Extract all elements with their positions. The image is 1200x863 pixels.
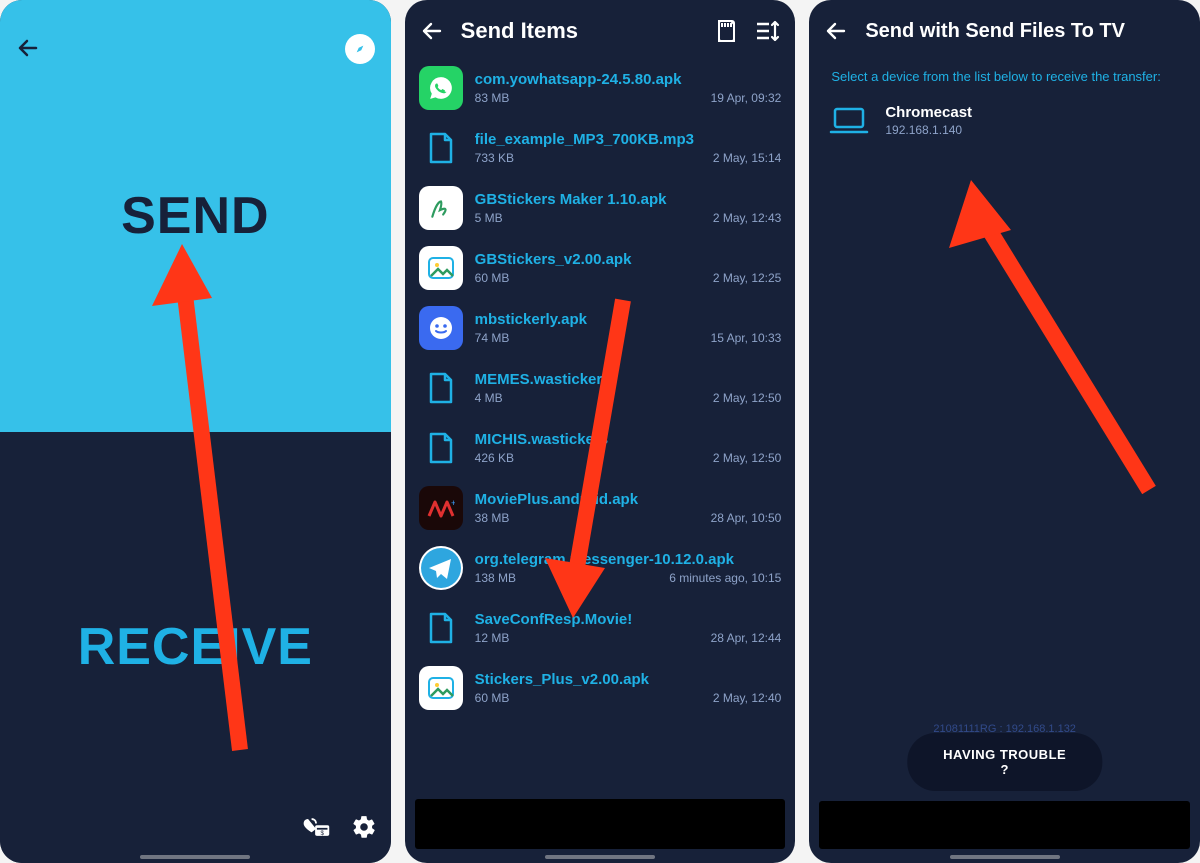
file-size: 733 KB <box>475 151 514 165</box>
svg-text:$: $ <box>320 830 324 837</box>
file-date: 2 May, 12:50 <box>713 391 781 405</box>
home-indicator <box>140 855 250 859</box>
file-icon <box>419 606 463 650</box>
file-name: Stickers_Plus_v2.00.apk <box>475 671 782 688</box>
file-date: 2 May, 12:25 <box>713 271 781 285</box>
file-date: 19 Apr, 09:32 <box>711 91 782 105</box>
receive-label: RECEIVE <box>78 617 313 677</box>
file-item[interactable]: GBStickers Maker 1.10.apk 5 MB 2 May, 12… <box>405 178 796 238</box>
page-title: Send with Send Files To TV <box>865 20 1186 43</box>
file-size: 83 MB <box>475 91 510 105</box>
donate-icon[interactable]: $ <box>301 815 331 844</box>
file-size: 4 MB <box>475 391 503 405</box>
having-trouble-button[interactable]: HAVING TROUBLE ? <box>907 733 1102 791</box>
svg-text:+: + <box>451 498 455 508</box>
file-list: com.yowhatsapp-24.5.80.apk 83 MB 19 Apr,… <box>405 58 796 791</box>
ad-banner[interactable] <box>819 801 1190 849</box>
file-icon <box>419 126 463 170</box>
home-indicator <box>950 855 1060 859</box>
file-date: 28 Apr, 10:50 <box>711 511 782 525</box>
device-item[interactable]: Chromecast 192.168.1.140 <box>809 90 1200 151</box>
laptop-icon <box>829 106 869 136</box>
file-size: 60 MB <box>475 271 510 285</box>
file-name: GBStickers Maker 1.10.apk <box>475 191 782 208</box>
file-icon <box>419 426 463 470</box>
file-item[interactable]: MEMES.wastickers 4 MB 2 May, 12:50 <box>405 358 796 418</box>
settings-gear-icon[interactable] <box>351 814 377 845</box>
file-name: MEMES.wastickers <box>475 371 782 388</box>
file-item[interactable]: + MoviePlus.android.apk 38 MB 28 Apr, 10… <box>405 478 796 538</box>
file-icon <box>419 246 463 290</box>
file-icon <box>419 366 463 410</box>
sdcard-icon[interactable] <box>713 18 739 44</box>
compass-icon[interactable] <box>345 34 375 64</box>
home-indicator <box>545 855 655 859</box>
file-item[interactable]: GBStickers_v2.00.apk 60 MB 2 May, 12:25 <box>405 238 796 298</box>
send-panel[interactable]: SEND <box>0 0 391 432</box>
file-name: MICHIS.wastickers <box>475 431 782 448</box>
file-date: 2 May, 12:43 <box>713 211 781 225</box>
file-icon: + <box>419 486 463 530</box>
file-icon <box>419 186 463 230</box>
file-item[interactable]: mbstickerly.apk 74 MB 15 Apr, 10:33 <box>405 298 796 358</box>
send-label: SEND <box>121 186 269 246</box>
back-icon[interactable] <box>823 18 849 44</box>
file-item[interactable]: org.telegram.messenger-10.12.0.apk 138 M… <box>405 538 796 598</box>
screen-home: SEND RECEIVE $ <box>0 0 391 863</box>
file-icon <box>419 666 463 710</box>
file-date: 28 Apr, 12:44 <box>711 631 782 645</box>
file-name: file_example_MP3_700KB.mp3 <box>475 131 782 148</box>
app-bar: Send with Send Files To TV <box>809 0 1200 58</box>
file-name: MoviePlus.android.apk <box>475 491 782 508</box>
file-size: 60 MB <box>475 691 510 705</box>
file-item[interactable]: Stickers_Plus_v2.00.apk 60 MB 2 May, 12:… <box>405 658 796 718</box>
file-name: GBStickers_v2.00.apk <box>475 251 782 268</box>
file-name: SaveConfResp.Movie! <box>475 611 782 628</box>
sort-icon[interactable] <box>755 18 781 44</box>
file-item[interactable]: MICHIS.wastickers 426 KB 2 May, 12:50 <box>405 418 796 478</box>
back-icon[interactable] <box>419 18 445 44</box>
device-ip: 192.168.1.140 <box>885 123 972 137</box>
back-icon[interactable] <box>16 36 40 67</box>
select-device-prompt: Select a device from the list below to r… <box>809 58 1200 90</box>
page-title: Send Items <box>461 18 698 44</box>
file-size: 426 KB <box>475 451 514 465</box>
device-name: Chromecast <box>885 104 972 121</box>
file-size: 138 MB <box>475 571 516 585</box>
file-item[interactable]: file_example_MP3_700KB.mp3 733 KB 2 May,… <box>405 118 796 178</box>
file-name: org.telegram.messenger-10.12.0.apk <box>475 551 782 568</box>
file-date: 2 May, 12:40 <box>713 691 781 705</box>
file-size: 5 MB <box>475 211 503 225</box>
file-date: 15 Apr, 10:33 <box>711 331 782 345</box>
file-item[interactable]: com.yowhatsapp-24.5.80.apk 83 MB 19 Apr,… <box>405 58 796 118</box>
file-date: 2 May, 15:14 <box>713 151 781 165</box>
file-name: mbstickerly.apk <box>475 311 782 328</box>
file-item[interactable]: SaveConfResp.Movie! 12 MB 28 Apr, 12:44 <box>405 598 796 658</box>
file-icon <box>419 546 463 590</box>
file-size: 38 MB <box>475 511 510 525</box>
file-date: 2 May, 12:50 <box>713 451 781 465</box>
app-bar: Send Items <box>405 0 796 58</box>
file-icon <box>419 66 463 110</box>
file-size: 12 MB <box>475 631 510 645</box>
file-icon <box>419 306 463 350</box>
file-date: 6 minutes ago, 10:15 <box>669 571 781 585</box>
annotation-arrow <box>939 170 1169 510</box>
receive-panel[interactable]: RECEIVE $ <box>0 432 391 863</box>
screen-send-items: Send Items com.yowhatsapp-24.5.80.apk 83… <box>405 0 796 863</box>
screen-select-device: Send with Send Files To TV Select a devi… <box>809 0 1200 863</box>
file-size: 74 MB <box>475 331 510 345</box>
file-name: com.yowhatsapp-24.5.80.apk <box>475 71 782 88</box>
ad-banner[interactable] <box>415 799 786 849</box>
